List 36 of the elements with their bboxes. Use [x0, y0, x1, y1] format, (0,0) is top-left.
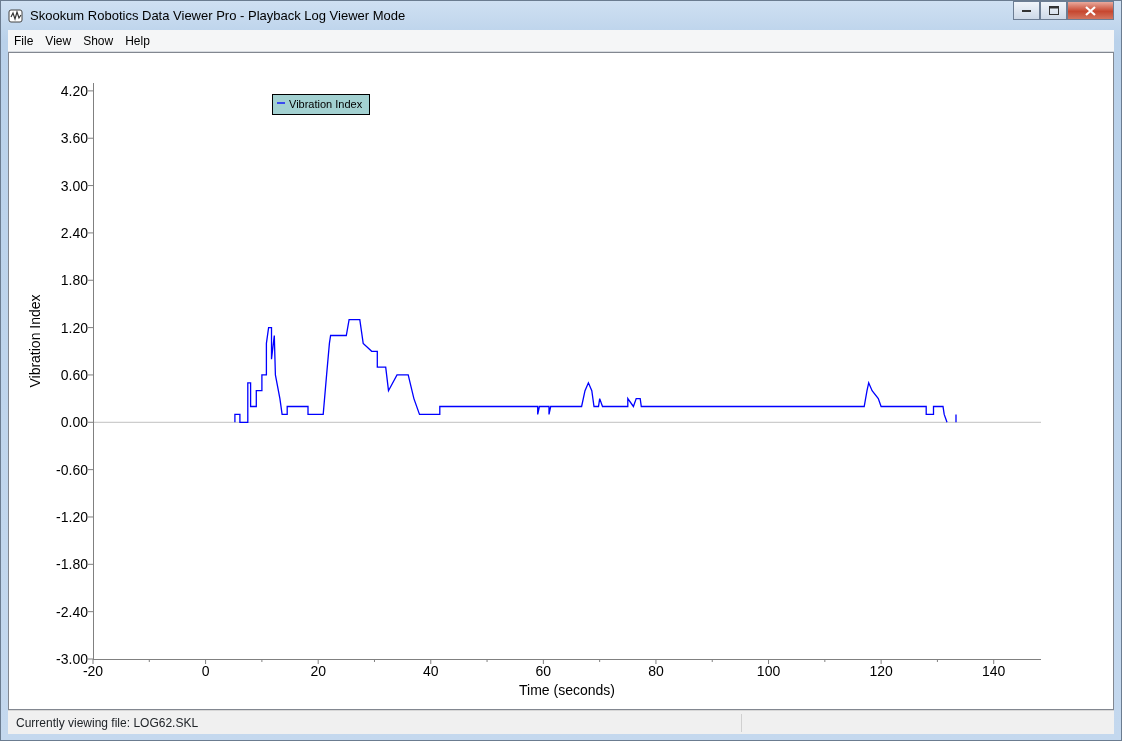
tick-label: 140 [982, 663, 1006, 679]
maximize-button[interactable] [1040, 1, 1067, 20]
tick-label: 3.60 [60, 130, 88, 147]
legend-label: Vibration Index [289, 98, 363, 110]
tick-label: -1.80 [56, 556, 88, 573]
tick-label: 1.20 [60, 319, 88, 336]
tick-label: 1.80 [60, 272, 88, 289]
tick-label: 3.00 [60, 177, 88, 194]
tick-label: 80 [648, 663, 664, 679]
tick-label: 2.40 [60, 224, 88, 241]
tick-label: 120 [869, 663, 893, 679]
menu-item[interactable]: File [8, 31, 40, 50]
maximize-icon [1048, 6, 1059, 15]
menu-item[interactable]: View [39, 31, 78, 50]
tick-label: 20 [310, 663, 326, 679]
minimize-button[interactable] [1013, 1, 1040, 20]
menu-item[interactable]: Help [119, 31, 156, 50]
tick-label: -0.60 [56, 461, 88, 478]
tick-label: -1.20 [56, 508, 88, 525]
tick-label: 0 [201, 663, 210, 679]
close-button[interactable] [1067, 1, 1114, 20]
tick-label: 60 [535, 663, 552, 679]
axis-title: Time (seconds) [519, 682, 615, 698]
tick-label: 0.60 [60, 366, 88, 383]
tick-label: -2.40 [56, 603, 88, 620]
status-text: Currently viewing file: LOG62.SKL [8, 713, 742, 732]
close-icon [1085, 5, 1096, 16]
tick-label: 100 [756, 663, 781, 679]
tick-label: 0.00 [60, 414, 88, 431]
chart-legend: Vibration Index [272, 94, 370, 115]
tick-label: 40 [423, 663, 439, 679]
window-title: Skookum Robotics Data Viewer Pro - Playback Log Viewer Mode [30, 6, 406, 25]
tick-label: 4.20 [60, 82, 88, 99]
menu-item[interactable]: Show [77, 31, 120, 50]
axis-title: Vibration Index [27, 294, 43, 388]
app-icon [8, 7, 24, 24]
